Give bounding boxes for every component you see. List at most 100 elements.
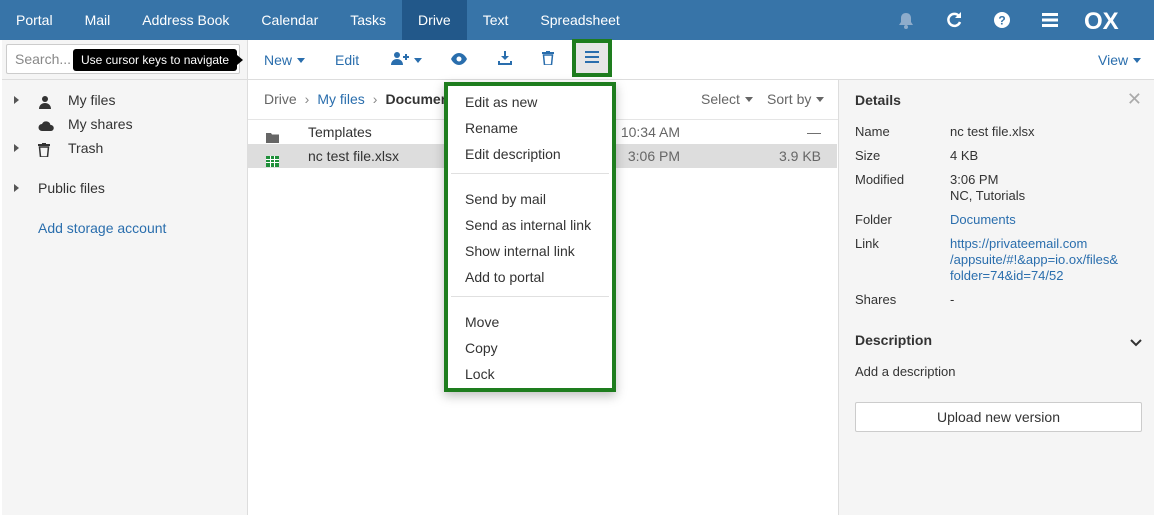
app-tasks[interactable]: Tasks	[334, 0, 402, 40]
tree-label: Public files	[38, 180, 105, 196]
menu-divider	[451, 173, 609, 174]
upload-new-version-button[interactable]: Upload new version	[855, 402, 1142, 432]
app-calendar[interactable]: Calendar	[245, 0, 334, 40]
sort-dropdown[interactable]: Sort by	[767, 88, 825, 110]
app-launcher-bar: Portal Mail Address Book Calendar Tasks …	[0, 0, 1154, 40]
chevron-down-icon[interactable]	[1130, 334, 1142, 350]
details-title: Details	[855, 92, 901, 108]
detail-key: Modified	[855, 172, 905, 187]
detail-value: NC, Tutorials	[950, 188, 1026, 203]
file-link[interactable]: https://privateemail.com	[950, 236, 1150, 252]
chevron-down-icon	[414, 57, 422, 63]
menu-item-edit-as-new[interactable]: Edit as new	[465, 91, 537, 113]
chevron-down-icon	[1133, 57, 1142, 63]
add-description-link[interactable]: Add a description	[855, 364, 955, 380]
tree-label: Trash	[68, 140, 104, 156]
menu-item-rename[interactable]: Rename	[465, 117, 518, 139]
tree-label: My files	[68, 92, 116, 108]
bell-icon[interactable]	[882, 0, 930, 40]
menu-item-lock[interactable]: Lock	[465, 363, 495, 385]
menu-item-add-to-portal[interactable]: Add to portal	[465, 266, 544, 288]
folder-icon	[266, 126, 279, 143]
sort-label: Sort by	[767, 91, 812, 107]
more-actions-menu: Edit as new Rename Edit description Send…	[444, 82, 616, 392]
app-spreadsheet[interactable]: Spreadsheet	[524, 0, 635, 40]
eye-icon	[451, 41, 467, 79]
svg-text:?: ?	[998, 14, 1005, 28]
file-date: 10:34 AM	[620, 124, 680, 140]
menu-icon[interactable]	[1026, 0, 1074, 40]
view-file-button[interactable]	[451, 40, 467, 80]
refresh-icon[interactable]	[930, 0, 978, 40]
menu-item-show-internal-link[interactable]: Show internal link	[465, 240, 575, 262]
close-icon[interactable]: ✕	[1127, 90, 1142, 108]
expand-arrow-icon[interactable]	[14, 184, 19, 192]
app-address-book[interactable]: Address Book	[126, 0, 245, 40]
detail-key: Link	[855, 236, 879, 251]
detail-value: 3:06 PM	[950, 172, 999, 187]
detail-key: Name	[855, 124, 890, 139]
app-list: Portal Mail Address Book Calendar Tasks …	[0, 0, 636, 40]
detail-key: Size	[855, 148, 881, 163]
trash-icon	[542, 41, 554, 79]
expand-arrow-icon[interactable]	[14, 96, 19, 104]
search-tooltip: Use cursor keys to navigate	[73, 49, 244, 71]
help-icon[interactable]: ?	[978, 0, 1026, 40]
download-button[interactable]	[498, 40, 512, 80]
add-user-icon	[391, 41, 409, 79]
menu-item-send-internal-link[interactable]: Send as internal link	[465, 214, 591, 236]
chevron-right-icon: ›	[304, 91, 310, 107]
app-portal[interactable]: Portal	[0, 0, 69, 40]
share-button[interactable]	[391, 40, 422, 80]
add-storage-account-link[interactable]: Add storage account	[38, 217, 166, 239]
menu-divider	[451, 296, 609, 297]
folder-link[interactable]: Documents	[950, 212, 1150, 228]
user-icon	[38, 93, 52, 109]
spreadsheet-icon	[266, 150, 279, 167]
tree-label: My shares	[68, 116, 133, 132]
detail-value: 4 KB	[950, 148, 979, 163]
breadcrumb-current: Documen	[385, 91, 450, 107]
file-name: nc test file.xlsx	[308, 148, 400, 164]
file-size: 3.9 KB	[778, 148, 821, 164]
topbar-actions: ? OX	[882, 0, 1154, 40]
breadcrumb-drive[interactable]: Drive	[264, 91, 297, 107]
details-panel: Details ✕ Name nc test file.xlsx Size 4 …	[838, 80, 1154, 515]
menu-item-move[interactable]: Move	[465, 311, 499, 333]
app-drive[interactable]: Drive	[402, 0, 467, 40]
menu-item-copy[interactable]: Copy	[465, 337, 498, 359]
app-text[interactable]: Text	[467, 0, 525, 40]
app-mail[interactable]: Mail	[69, 0, 127, 40]
file-date: 3:06 PM	[627, 148, 680, 164]
detail-key: Shares	[855, 292, 897, 307]
view-menu-button[interactable]: View	[1098, 40, 1142, 80]
select-dropdown[interactable]: Select	[701, 88, 753, 110]
file-link[interactable]: folder=74&id=74/52	[950, 268, 1150, 284]
breadcrumb-my-files[interactable]: My files	[317, 91, 364, 107]
menu-item-send-by-mail[interactable]: Send by mail	[465, 188, 546, 210]
svg-text:OX: OX	[1084, 8, 1119, 32]
tree-item-my-files[interactable]: My files	[2, 89, 248, 111]
edit-button[interactable]: Edit	[335, 40, 359, 80]
drive-toolbar: New Edit View	[248, 40, 1154, 80]
more-actions-button[interactable]	[572, 39, 612, 77]
chevron-down-icon	[744, 96, 753, 102]
cloud-icon	[38, 117, 54, 131]
detail-key: Folder	[855, 212, 892, 227]
chevron-down-icon	[297, 57, 306, 63]
new-label: New	[264, 52, 293, 68]
ox-logo: OX	[1074, 0, 1154, 40]
new-button[interactable]: New	[264, 40, 306, 80]
menu-icon	[585, 50, 599, 66]
menu-item-edit-description[interactable]: Edit description	[465, 143, 561, 165]
view-label: View	[1098, 52, 1129, 68]
file-link[interactable]: /appsuite/#!&app=io.ox/files&	[950, 252, 1150, 268]
tree-item-public-files[interactable]: Public files	[2, 177, 248, 199]
tree-item-trash[interactable]: Trash	[2, 137, 248, 159]
trash-icon	[38, 141, 52, 158]
expand-arrow-icon[interactable]	[14, 144, 19, 152]
download-icon	[498, 41, 512, 79]
delete-button[interactable]	[542, 40, 554, 80]
file-size: —	[807, 124, 821, 140]
tree-item-my-shares[interactable]: My shares	[2, 113, 248, 135]
